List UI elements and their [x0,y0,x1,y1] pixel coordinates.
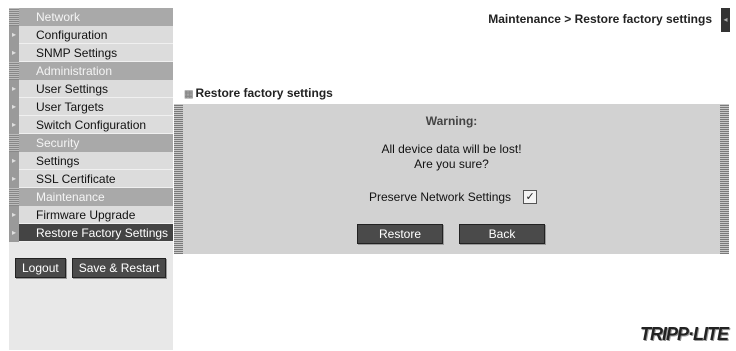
sidebar-item-user-settings[interactable]: ▸ User Settings [9,80,173,98]
warning-panel: Warning: All device data will be lost! A… [174,104,729,254]
header-stripe [9,8,19,26]
sidebar-item-label: User Targets [36,100,104,114]
warning-title: Warning: [425,114,478,128]
section-title: ▦ Restore factory settings [184,86,333,100]
arrow-icon: ▸ [9,152,19,170]
section-bullet-icon: ▦ [184,89,194,100]
header-stripe [9,134,19,152]
sidebar-item-label: Configuration [36,28,108,42]
menu-group-security: Security ▸ Settings ▸ SSL Certificate [9,134,173,188]
menu-group-administration: Administration ▸ User Settings ▸ User Ta… [9,62,173,134]
sidebar-item-label: Restore Factory Settings [36,226,169,240]
menu-group-network: Network ▸ Configuration ▸ SNMP Settings [9,8,173,62]
sidebar-item-label: Firmware Upgrade [36,208,136,222]
preserve-network-checkbox[interactable]: ✓ [523,190,538,204]
warning-line-1: All device data will be lost! [381,142,522,156]
arrow-icon: ▸ [9,206,19,224]
sidebar-item-firmware-upgrade[interactable]: ▸ Firmware Upgrade [9,206,173,224]
section-title-text: Restore factory settings [195,86,333,100]
panel-buttons: Restore Back [357,224,545,244]
sidebar-item-label: Switch Configuration [36,118,147,132]
arrow-icon: ▸ [9,170,19,188]
sidebar-item-ssl-certificate[interactable]: ▸ SSL Certificate [9,170,173,188]
sidebar-item-security-settings[interactable]: ▸ Settings [9,152,173,170]
back-button[interactable]: Back [459,224,545,244]
menu-header-label: Network [36,10,81,24]
arrow-icon: ▸ [9,26,19,44]
sidebar-item-label: User Settings [36,82,109,96]
sidebar-item-user-targets[interactable]: ▸ User Targets [9,98,173,116]
menu-header-label: Administration [36,64,113,78]
arrow-icon: ▸ [9,44,19,62]
restore-button[interactable]: Restore [357,224,443,244]
corner-arrow-icon: ◂ [721,8,730,32]
menu-header-maintenance: Maintenance [9,188,173,206]
arrow-icon: ▸ [9,116,19,134]
menu-header-security: Security [9,134,173,152]
arrow-icon: ▸ [9,98,19,116]
preserve-network-row: Preserve Network Settings ✓ [369,190,538,204]
menu-header-label: Maintenance [36,190,105,204]
menu-header-label: Security [36,136,80,150]
sidebar-buttons: Logout Save & Restart [15,258,167,278]
save-restart-button[interactable]: Save & Restart [71,258,167,278]
sidebar: Network ▸ Configuration ▸ SNMP Settings … [9,8,173,350]
breadcrumb: Maintenance > Restore factory settings [488,12,712,26]
arrow-icon: ▸ [9,80,19,98]
sidebar-item-label: Settings [36,154,80,168]
logout-button[interactable]: Logout [15,258,66,278]
arrow-icon: ▸ [9,224,19,242]
preserve-network-label: Preserve Network Settings [369,190,512,204]
tripp-lite-logo: TRIPP·LITE [640,324,729,344]
sidebar-item-switch-configuration[interactable]: ▸ Switch Configuration [9,116,173,134]
sidebar-item-configuration[interactable]: ▸ Configuration [9,26,173,44]
warning-message: All device data will be lost! Are you su… [174,142,729,172]
sidebar-item-restore-factory-settings[interactable]: ▸ Restore Factory Settings [9,224,173,242]
menu-header-network: Network [9,8,173,26]
header-stripe [9,62,19,80]
sidebar-item-label: SNMP Settings [36,46,118,60]
menu-group-maintenance: Maintenance ▸ Firmware Upgrade ▸ Restore… [9,188,173,242]
warning-line-2: Are you sure? [414,157,489,171]
sidebar-item-label: SSL Certificate [36,172,116,186]
menu-header-administration: Administration [9,62,173,80]
sidebar-item-snmp-settings[interactable]: ▸ SNMP Settings [9,44,173,62]
header-stripe [9,188,19,206]
